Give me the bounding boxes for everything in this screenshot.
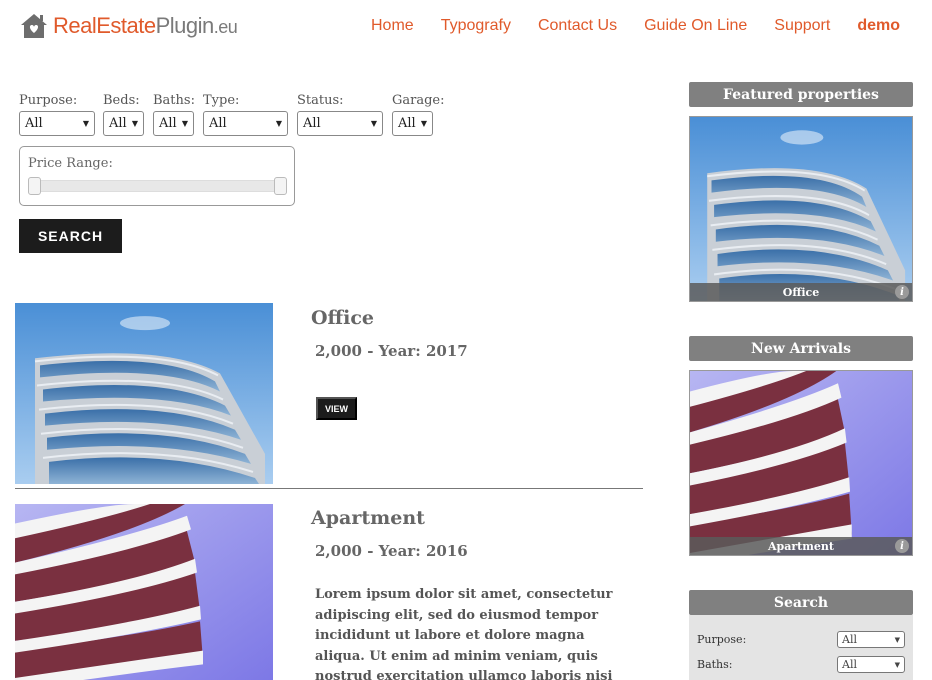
info-icon[interactable]: i bbox=[895, 285, 909, 299]
dropdown-arrow-icon: ▼ bbox=[420, 119, 427, 128]
garage-value: All bbox=[398, 116, 416, 131]
type-label: Type: bbox=[203, 93, 240, 108]
sidebar-baths-label: Baths: bbox=[697, 658, 733, 671]
apartment-building-image bbox=[690, 371, 912, 555]
baths-select[interactable]: All ▼ bbox=[153, 111, 194, 136]
sidebar-purpose-label: Purpose: bbox=[697, 633, 747, 646]
apartment-building-image bbox=[15, 504, 273, 680]
dropdown-arrow-icon: ▼ bbox=[370, 119, 377, 128]
listing-image-apartment[interactable] bbox=[15, 504, 273, 680]
price-range-box: Price Range: bbox=[19, 146, 295, 206]
dropdown-arrow-icon: ▼ bbox=[894, 660, 900, 669]
house-logo-icon bbox=[21, 14, 47, 38]
listing-divider bbox=[15, 488, 643, 489]
sidebar-purpose-value: All bbox=[842, 633, 857, 646]
dropdown-arrow-icon: ▼ bbox=[275, 119, 282, 128]
featured-heading: Featured properties bbox=[689, 82, 913, 107]
brand-name: RealEstatePlugin.eu bbox=[53, 13, 238, 39]
listing-subtitle: 2,000 - Year: 2016 bbox=[315, 542, 468, 560]
listing-description: Lorem ipsum dolor sit amet, consectetur … bbox=[315, 587, 613, 680]
featured-caption: Office bbox=[690, 283, 912, 301]
type-select[interactable]: All ▼ bbox=[203, 111, 288, 136]
sidebar-baths-value: All bbox=[842, 658, 857, 671]
new-arrivals-heading: New Arrivals bbox=[689, 336, 913, 361]
sidebar-search-panel: Purpose: All ▼ Baths: All ▼ bbox=[689, 615, 913, 680]
purpose-value: All bbox=[25, 116, 43, 131]
info-icon[interactable]: i bbox=[895, 539, 909, 553]
filter-garage: Garage: All ▼ bbox=[392, 93, 445, 136]
office-building-image bbox=[690, 117, 912, 301]
status-label: Status: bbox=[297, 93, 344, 108]
sidebar-purpose-select[interactable]: All ▼ bbox=[837, 631, 905, 648]
baths-value: All bbox=[159, 116, 177, 131]
view-button[interactable]: VIEW bbox=[316, 397, 357, 420]
price-range-slider[interactable] bbox=[28, 177, 287, 195]
nav-guide-online[interactable]: Guide On Line bbox=[644, 17, 747, 35]
nav-contact-us[interactable]: Contact Us bbox=[538, 17, 617, 35]
type-value: All bbox=[209, 116, 227, 131]
nav-support[interactable]: Support bbox=[774, 17, 830, 35]
baths-label: Baths: bbox=[153, 93, 195, 108]
office-building-image bbox=[15, 303, 273, 484]
sidebar-baths-select[interactable]: All ▼ bbox=[837, 656, 905, 673]
dropdown-arrow-icon: ▼ bbox=[131, 119, 138, 128]
price-min-handle[interactable] bbox=[28, 177, 41, 195]
price-max-handle[interactable] bbox=[274, 177, 287, 195]
beds-select[interactable]: All ▼ bbox=[103, 111, 144, 136]
filter-status: Status: All ▼ bbox=[297, 93, 383, 136]
listing-subtitle: 2,000 - Year: 2017 bbox=[315, 342, 468, 360]
featured-card[interactable]: Office i bbox=[689, 116, 913, 302]
new-arrival-card[interactable]: Apartment i bbox=[689, 370, 913, 556]
nav-typografy[interactable]: Typografy bbox=[441, 17, 511, 35]
sidebar-search-heading: Search bbox=[689, 590, 913, 615]
new-arrival-caption: Apartment bbox=[690, 537, 912, 555]
listing-title[interactable]: Apartment bbox=[311, 507, 425, 529]
dropdown-arrow-icon: ▼ bbox=[181, 119, 188, 128]
listing-title[interactable]: Office bbox=[311, 307, 374, 329]
nav-home[interactable]: Home bbox=[371, 17, 414, 35]
filter-beds: Beds: All ▼ bbox=[103, 93, 144, 136]
dropdown-arrow-icon: ▼ bbox=[82, 119, 89, 128]
filter-type: Type: All ▼ bbox=[203, 93, 288, 136]
beds-value: All bbox=[109, 116, 127, 131]
site-logo[interactable]: RealEstatePlugin.eu bbox=[19, 12, 238, 40]
filter-baths: Baths: All ▼ bbox=[153, 93, 195, 136]
filter-purpose: Purpose: All ▼ bbox=[19, 93, 95, 136]
search-button[interactable]: SEARCH bbox=[19, 219, 122, 253]
listing-image-office[interactable] bbox=[15, 303, 273, 484]
purpose-label: Purpose: bbox=[19, 93, 78, 108]
status-value: All bbox=[303, 116, 321, 131]
brand-part-plugin: Plugin bbox=[155, 13, 215, 38]
status-select[interactable]: All ▼ bbox=[297, 111, 383, 136]
brand-part-domain: .eu bbox=[213, 17, 238, 37]
main-nav: Home Typografy Contact Us Guide On Line … bbox=[312, 17, 932, 35]
purpose-select[interactable]: All ▼ bbox=[19, 111, 95, 136]
brand-part-realestate: RealEstate bbox=[53, 13, 156, 38]
garage-select[interactable]: All ▼ bbox=[392, 111, 433, 136]
dropdown-arrow-icon: ▼ bbox=[894, 635, 900, 644]
price-range-label: Price Range: bbox=[28, 156, 113, 171]
nav-demo[interactable]: demo bbox=[857, 17, 900, 35]
beds-label: Beds: bbox=[103, 93, 140, 108]
garage-label: Garage: bbox=[392, 93, 445, 108]
